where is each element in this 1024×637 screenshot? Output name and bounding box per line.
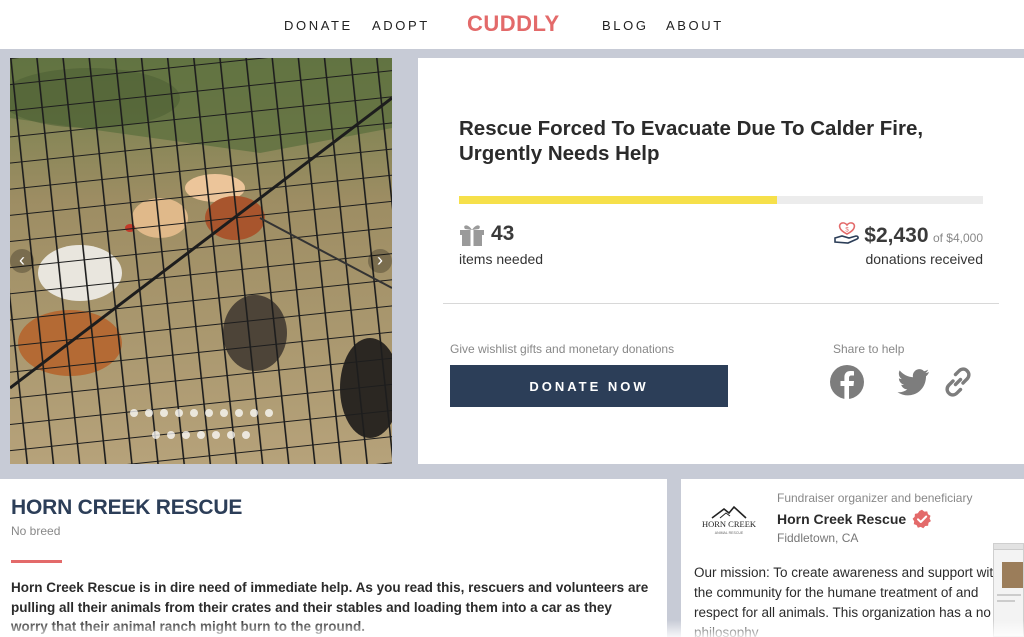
chevron-left-icon: ‹ — [19, 250, 25, 270]
gallery-dot[interactable] — [264, 409, 273, 417]
gallery-dot[interactable] — [234, 409, 243, 417]
logo-subtitle: ANIMAL RESCUE — [715, 531, 744, 535]
organizer-name[interactable]: Horn Creek Rescue — [777, 511, 906, 527]
items-needed-count: 43 — [491, 222, 515, 245]
logo-title: HORN CREEK — [702, 519, 757, 529]
gallery-dots-row-2 — [10, 431, 392, 439]
gallery-dot[interactable] — [129, 409, 138, 417]
gallery-dot[interactable] — [242, 431, 250, 439]
gallery-dots-row-1 — [10, 409, 392, 417]
gallery-dot[interactable] — [174, 409, 183, 417]
gallery-dot[interactable] — [219, 409, 228, 417]
thumbnail-titlebar — [994, 544, 1023, 550]
facebook-icon[interactable] — [829, 364, 865, 400]
gallery-dot[interactable] — [227, 431, 235, 439]
fundraiser-summary: Rescue Forced To Evacuate Due To Calder … — [418, 58, 1024, 464]
donations-received-label: donations received — [865, 251, 983, 267]
progress-fill — [459, 196, 778, 204]
gallery-dot[interactable] — [159, 409, 168, 417]
items-needed-label: items needed — [459, 251, 544, 267]
top-nav: DONATE ADOPT CUDDLY BLOG ABOUT — [0, 0, 1024, 52]
donations-received-stat: $ $2,430 of $4,000 donations received — [813, 222, 983, 272]
donation-goal: of $4,000 — [932, 231, 983, 245]
donate-now-button[interactable]: DONATE NOW — [450, 365, 728, 407]
gallery-dot[interactable] — [182, 431, 190, 439]
accent-rule — [11, 560, 62, 563]
gallery-dot[interactable] — [204, 409, 213, 417]
breed-label: No breed — [11, 524, 61, 538]
floating-preview-thumbnail[interactable] — [993, 543, 1024, 637]
rescue-description: Horn Creek Rescue is in dire need of imm… — [11, 580, 649, 634]
share-to-help-label: Share to help — [833, 342, 905, 356]
nav-about-link[interactable]: ABOUT — [666, 18, 724, 33]
gallery-prev-button[interactable]: ‹ — [10, 249, 34, 273]
donation-amount: $2,430 — [864, 224, 929, 247]
organizer-mission: Our mission: To create awareness and sup… — [694, 565, 1012, 637]
thumbnail-line — [997, 594, 1021, 596]
nav-blog-link[interactable]: BLOG — [602, 18, 649, 33]
give-wishlist-text: Give wishlist gifts and monetary donatio… — [450, 342, 675, 356]
organizer-location: Fiddletown, CA — [777, 531, 859, 545]
gallery-dot[interactable] — [197, 431, 205, 439]
gallery-photo — [10, 58, 392, 464]
gallery-dot[interactable] — [249, 409, 258, 417]
verified-badge-icon — [912, 509, 932, 529]
rescue-name-heading: HORN CREEK RESCUE — [11, 496, 243, 519]
link-icon[interactable] — [940, 364, 976, 400]
gallery-dot[interactable] — [189, 409, 198, 417]
organizer-card: HORN CREEK ANIMAL RESCUE Fundraiser orga… — [681, 479, 1024, 637]
organizer-role: Fundraiser organizer and beneficiary — [777, 491, 973, 505]
organizer-name-row: Horn Creek Rescue — [777, 509, 932, 529]
gallery-dot[interactable] — [152, 431, 160, 439]
thumbnail-image — [1002, 562, 1023, 588]
gallery-dot[interactable] — [144, 409, 153, 417]
cuddly-logo[interactable]: CUDDLY — [467, 11, 560, 37]
gallery-dot[interactable] — [212, 431, 220, 439]
gallery-dot[interactable] — [167, 431, 175, 439]
chevron-right-icon: › — [377, 250, 383, 270]
nav-donate-link[interactable]: DONATE — [284, 18, 353, 33]
twitter-icon[interactable] — [895, 364, 931, 400]
hand-heart-icon: $ — [834, 222, 860, 244]
donation-amount-row: $ $2,430 of $4,000 — [834, 222, 983, 248]
photo-gallery[interactable]: ‹ › — [10, 58, 392, 464]
rescue-about-card: HORN CREEK RESCUE No breed Horn Creek Re… — [0, 479, 667, 637]
gallery-next-button[interactable]: › — [368, 249, 392, 273]
donation-progress-bar — [459, 196, 983, 204]
gift-icon — [460, 225, 484, 246]
fundraiser-title: Rescue Forced To Evacuate Due To Calder … — [459, 117, 924, 165]
nav-adopt-link[interactable]: ADOPT — [372, 18, 430, 33]
horn-creek-logo[interactable]: HORN CREEK ANIMAL RESCUE — [696, 501, 762, 539]
summary-divider — [443, 303, 999, 304]
thumbnail-line — [997, 600, 1015, 602]
